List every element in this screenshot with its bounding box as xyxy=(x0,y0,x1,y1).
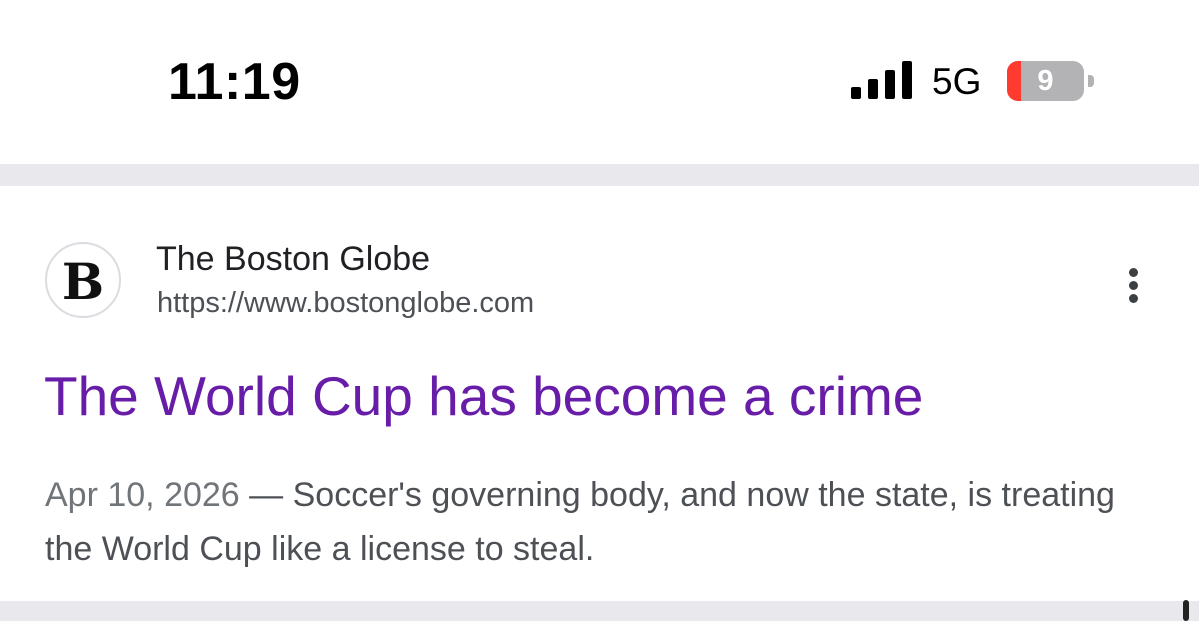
site-name[interactable]: The Boston Globe xyxy=(156,238,430,280)
snippet-date-separator: — xyxy=(239,476,293,514)
cellular-signal-icon xyxy=(851,61,912,99)
network-type-label: 5G xyxy=(932,61,982,102)
more-vertical-icon xyxy=(1129,281,1138,290)
favicon-letter: B xyxy=(62,252,104,311)
more-vertical-icon xyxy=(1129,294,1138,303)
section-divider-top xyxy=(0,164,1199,186)
section-divider-bottom xyxy=(0,601,1199,621)
status-time: 11:19 xyxy=(168,53,301,111)
status-bar: 11:19 5G 9 xyxy=(0,0,1199,164)
result-snippet: Apr 10, 2026 — Soccer's governing body, … xyxy=(45,468,1165,576)
more-vertical-icon xyxy=(1129,268,1138,277)
battery-level-label: 9 xyxy=(1037,65,1054,97)
result-title-link[interactable]: The World Cup has become a crime xyxy=(44,363,923,429)
scrollbar-thumb[interactable] xyxy=(1183,600,1189,621)
boston-globe-logo-icon[interactable]: B xyxy=(45,242,121,318)
site-url[interactable]: https://www.bostonglobe.com xyxy=(157,285,534,321)
search-result-card[interactable]: B The Boston Globe https://www.bostonglo… xyxy=(0,186,1199,601)
snippet-date: Apr 10, 2026 xyxy=(45,476,240,514)
more-options-button[interactable] xyxy=(1116,264,1152,308)
